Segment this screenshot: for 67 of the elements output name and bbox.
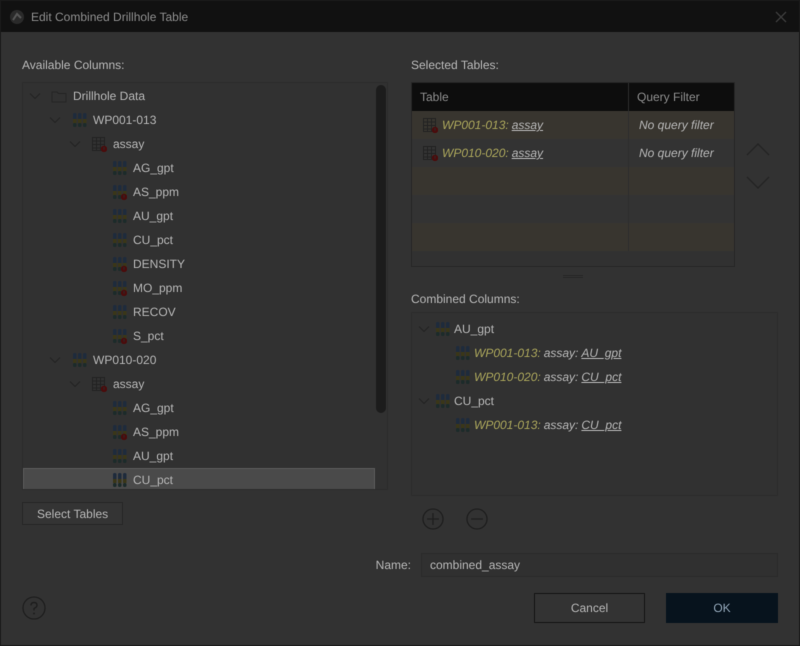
tree-label: AS_ppm bbox=[133, 424, 180, 441]
tree-label: AU_gpt bbox=[133, 208, 174, 225]
bar-chart-icon bbox=[111, 472, 127, 488]
column-header[interactable]: Query Filter bbox=[629, 83, 734, 111]
tree-row[interactable]: WP001-013 bbox=[23, 108, 375, 132]
name-field[interactable]: combined_assay bbox=[421, 553, 778, 577]
tree-label: CU_pct bbox=[133, 232, 174, 249]
bar-chart-icon bbox=[434, 393, 450, 409]
bar-chart-icon bbox=[71, 112, 87, 128]
bar-chart-icon bbox=[111, 448, 127, 464]
bar-chart-icon bbox=[111, 400, 127, 416]
tree-label[interactable]: AU_gpt bbox=[454, 320, 494, 338]
tree-label: S_pct bbox=[133, 328, 164, 345]
bar-chart-icon bbox=[434, 321, 450, 337]
table-cell-text: No query filter bbox=[639, 117, 714, 134]
ok-button[interactable]: OK bbox=[666, 593, 778, 623]
table-cell-text: No query filter bbox=[639, 145, 714, 162]
app-icon bbox=[9, 8, 25, 24]
tree-row[interactable]: assay bbox=[23, 372, 375, 396]
tree-row[interactable]: MO_ppm bbox=[23, 276, 375, 300]
tree-label: AG_gpt bbox=[133, 400, 174, 417]
tree-label[interactable]: WP010-020: assay: CU_pct bbox=[474, 368, 622, 386]
section-label: Combined Columns: bbox=[411, 291, 521, 308]
tree-row[interactable]: CU_pct bbox=[23, 228, 375, 252]
tree-row[interactable]: CU_pct bbox=[23, 468, 375, 489]
tree-label: assay bbox=[113, 136, 144, 153]
tree-label: assay bbox=[113, 376, 144, 393]
cancel-button[interactable]: Cancel bbox=[534, 593, 645, 623]
bar-chart-icon bbox=[111, 304, 127, 320]
tree-label: RECOV bbox=[133, 304, 176, 321]
bar-chart-icon bbox=[454, 417, 470, 433]
tree-label[interactable]: CU_pct bbox=[454, 392, 494, 410]
tree-row[interactable]: RECOV bbox=[23, 300, 375, 324]
tree-row[interactable]: AG_gpt bbox=[23, 396, 375, 420]
field-label: Name: bbox=[376, 557, 411, 574]
tree-row[interactable]: WP010-020 bbox=[23, 348, 375, 372]
tree-row[interactable]: S_pct bbox=[23, 324, 375, 348]
tree-label: Drillhole Data bbox=[73, 88, 146, 105]
bar-chart-icon bbox=[111, 160, 127, 176]
tree-label: WP010-020 bbox=[93, 352, 156, 369]
tree-row[interactable]: AU_gpt bbox=[23, 204, 375, 228]
tree-row[interactable]: AS_ppm bbox=[23, 420, 375, 444]
tree-label: AS_ppm bbox=[133, 184, 180, 201]
tree-row[interactable]: AS_ppm bbox=[23, 180, 375, 204]
tree-label: DENSITY bbox=[133, 256, 186, 273]
tree-label: CU_pct bbox=[133, 472, 174, 489]
tree-label: AG_gpt bbox=[133, 160, 174, 177]
tree-label: WP001-013 bbox=[93, 112, 156, 129]
tree-row[interactable]: Drillhole Data bbox=[23, 84, 375, 108]
tree-row[interactable]: assay bbox=[23, 132, 375, 156]
close-icon[interactable] bbox=[775, 10, 787, 22]
select-tables-button[interactable]: Select Tables bbox=[22, 502, 124, 525]
tree-row[interactable]: AG_gpt bbox=[23, 156, 375, 180]
tree-row[interactable]: DENSITY bbox=[23, 252, 375, 276]
bar-chart-icon bbox=[454, 345, 470, 361]
tree-label: MO_ppm bbox=[133, 280, 182, 297]
tree-row[interactable]: AU_gpt bbox=[23, 444, 375, 468]
tree-label: AU_gpt bbox=[133, 448, 174, 465]
bar-chart-icon bbox=[111, 208, 127, 224]
section-label: Available Columns: bbox=[22, 57, 126, 74]
section-label: Selected Tables: bbox=[411, 57, 500, 74]
bar-chart-icon bbox=[111, 232, 127, 248]
tree-label[interactable]: WP001-013: assay: CU_pct bbox=[474, 416, 622, 434]
bar-chart-icon bbox=[71, 352, 87, 368]
bar-chart-icon bbox=[454, 369, 470, 385]
tree-label[interactable]: WP001-013: assay: AU_gpt bbox=[474, 344, 622, 362]
window-title: Edit Combined Drillhole Table bbox=[31, 8, 190, 26]
